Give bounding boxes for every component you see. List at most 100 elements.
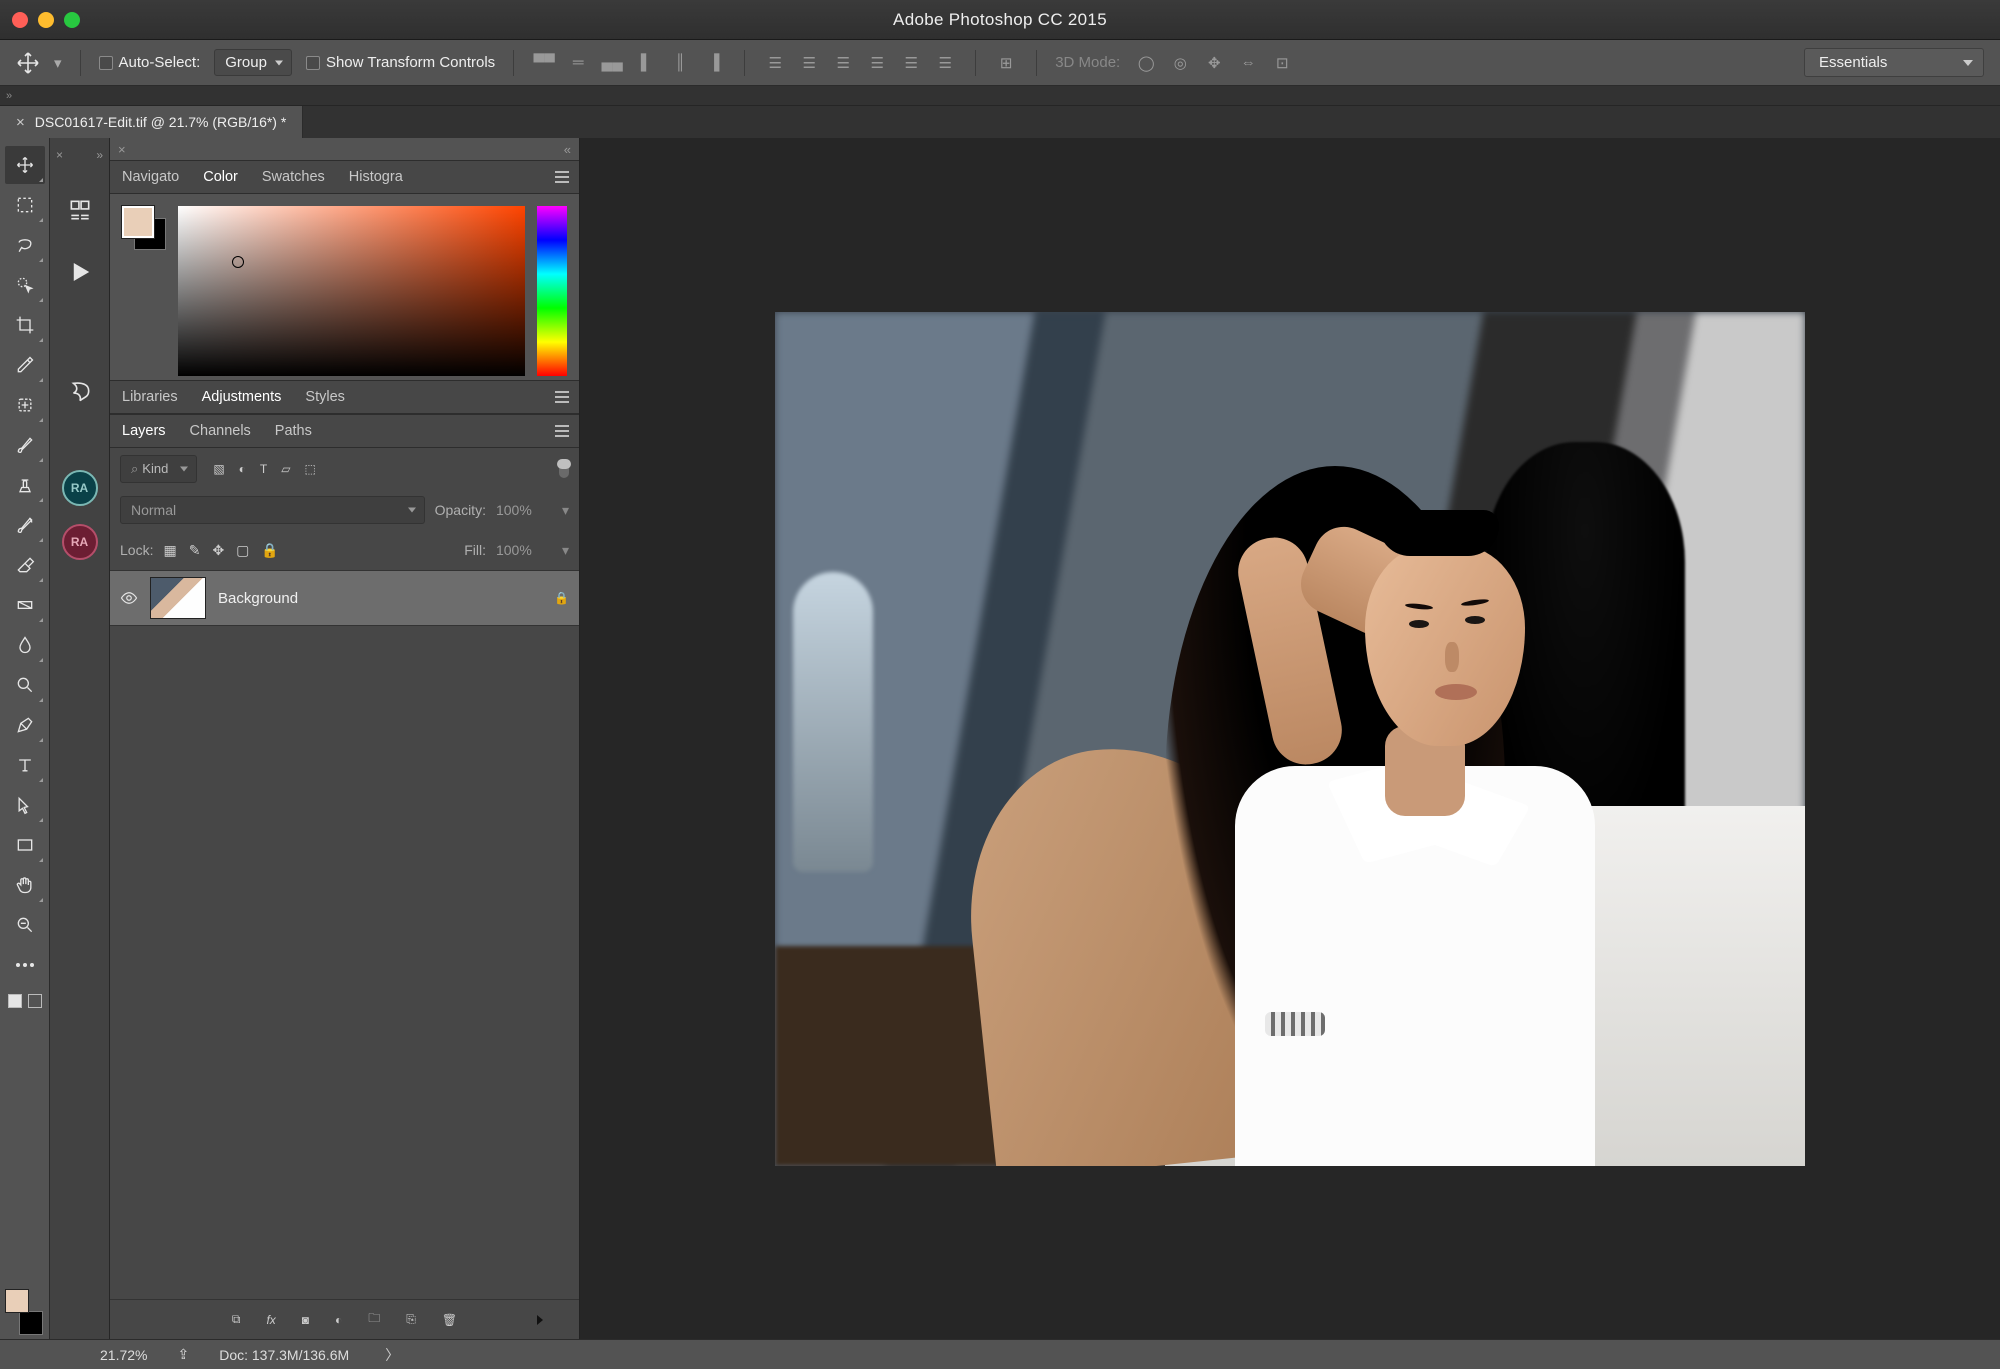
auto-align-icon[interactable]: ⊞ (994, 51, 1018, 75)
window-minimize-button[interactable] (38, 12, 54, 28)
actions-panel-icon[interactable] (58, 250, 102, 294)
lock-artboard-icon[interactable]: ▢ (236, 542, 249, 559)
history-brush-tool[interactable] (5, 506, 45, 544)
lock-all-icon[interactable]: 🔒 (261, 542, 278, 559)
eyedropper-tool[interactable] (5, 346, 45, 384)
styles-panel-icon[interactable] (58, 370, 102, 414)
align-right-icon[interactable]: ▐ (702, 51, 726, 75)
auto-select-checkbox[interactable]: Auto-Select: (99, 54, 201, 71)
hue-pointer-icon[interactable] (537, 1315, 543, 1325)
new-group-icon[interactable]: 🗀 (368, 1309, 380, 1330)
filter-adjustment-icon[interactable]: ◐ (239, 462, 246, 476)
dist-2-icon[interactable]: ☰ (797, 51, 821, 75)
tab-adjustments[interactable]: Adjustments (190, 381, 294, 413)
doc-info[interactable]: Doc: 137.3M/136.6M (219, 1347, 349, 1363)
align-vcenter-icon[interactable]: ═ (566, 51, 590, 75)
opacity-value[interactable]: 100% (496, 502, 552, 518)
window-maximize-button[interactable] (64, 12, 80, 28)
filter-pixel-icon[interactable]: ▧ (213, 462, 224, 476)
color-picker-cursor[interactable] (232, 256, 244, 268)
layer-style-icon[interactable]: fx (266, 1313, 275, 1327)
dist-5-icon[interactable]: ☰ (899, 51, 923, 75)
gradient-tool[interactable] (5, 586, 45, 624)
tab-channels[interactable]: Channels (178, 415, 263, 447)
panel-menu-icon[interactable] (545, 171, 579, 183)
lock-pixels-icon[interactable]: ✎ (189, 542, 201, 559)
panel-menu-icon[interactable] (545, 425, 579, 437)
patch-tool[interactable] (5, 386, 45, 424)
tab-libraries[interactable]: Libraries (110, 381, 190, 413)
align-hcenter-icon[interactable]: ║ (668, 51, 692, 75)
add-mask-icon[interactable]: ◙ (302, 1313, 309, 1327)
move-tool[interactable] (5, 146, 45, 184)
foreground-color[interactable] (5, 1289, 29, 1313)
delete-layer-icon[interactable]: 🗑 (442, 1313, 457, 1327)
tab-layers[interactable]: Layers (110, 415, 178, 447)
panel-menu-icon[interactable] (545, 391, 579, 403)
3d-orbit-icon[interactable]: ◯ (1134, 51, 1158, 75)
close-tab-icon[interactable]: × (16, 114, 25, 131)
expand-icon[interactable]: » (6, 90, 12, 102)
fill-scrubber-icon[interactable]: ▾ (562, 542, 569, 559)
rectangle-tool[interactable] (5, 826, 45, 864)
brush-tool[interactable] (5, 426, 45, 464)
tab-styles[interactable]: Styles (293, 381, 357, 413)
expand-icon[interactable]: » (96, 148, 103, 170)
marquee-tool[interactable] (5, 186, 45, 224)
3d-pan-icon[interactable]: ✥ (1202, 51, 1226, 75)
blend-mode-dropdown[interactable]: Normal (120, 496, 425, 524)
document-tab[interactable]: × DSC01617-Edit.tif @ 21.7% (RGB/16*) * (0, 106, 303, 138)
align-bottom-icon[interactable]: ▄▄ (600, 51, 624, 75)
show-transform-checkbox[interactable]: Show Transform Controls (306, 54, 495, 71)
window-close-button[interactable] (12, 12, 28, 28)
filter-shape-icon[interactable]: ▱ (281, 462, 290, 476)
hand-tool[interactable] (5, 866, 45, 904)
eraser-tool[interactable] (5, 546, 45, 584)
layer-thumbnail[interactable] (150, 577, 206, 619)
color-panel-swatches[interactable] (122, 206, 166, 250)
profile-avatar-teal[interactable]: RA (62, 470, 98, 506)
crop-tool[interactable] (5, 306, 45, 344)
new-adjustment-icon[interactable]: ◐ (335, 1313, 342, 1327)
type-tool[interactable] (5, 746, 45, 784)
color-field[interactable] (178, 206, 525, 376)
align-top-icon[interactable]: ▀▀ (532, 51, 556, 75)
fill-value[interactable]: 100% (496, 542, 552, 558)
background-color[interactable] (19, 1311, 43, 1335)
filter-type-icon[interactable]: T (260, 462, 267, 476)
3d-slide-icon[interactable]: ⇔ (1236, 51, 1260, 75)
info-menu-icon[interactable]: 〉 (385, 1345, 399, 1365)
tab-paths[interactable]: Paths (263, 415, 324, 447)
move-tool-icon[interactable] (16, 51, 40, 75)
lock-position-icon[interactable]: ✥ (212, 542, 224, 559)
align-left-icon[interactable]: ▌ (634, 51, 658, 75)
tab-navigator[interactable]: Navigato (110, 161, 191, 193)
link-layers-icon[interactable]: ⧉ (232, 1312, 241, 1327)
dist-1-icon[interactable]: ☰ (763, 51, 787, 75)
layer-filter-kind-dropdown[interactable]: Kind (120, 455, 197, 483)
filter-toggle[interactable] (559, 460, 569, 478)
dist-6-icon[interactable]: ☰ (933, 51, 957, 75)
path-select-tool[interactable] (5, 786, 45, 824)
filter-smart-icon[interactable]: ⬚ (304, 462, 315, 476)
opacity-scrubber-icon[interactable]: ▾ (562, 502, 569, 519)
layer-row[interactable]: Background 🔒 (110, 570, 579, 626)
layer-visibility-icon[interactable] (120, 589, 138, 607)
layer-name[interactable]: Background (218, 590, 542, 607)
lock-transparency-icon[interactable]: ▦ (163, 542, 176, 559)
auto-select-dropdown[interactable]: Group (214, 49, 292, 76)
zoom-tool[interactable] (5, 906, 45, 944)
pen-tool[interactable] (5, 706, 45, 744)
close-icon[interactable]: × (56, 148, 63, 170)
new-layer-icon[interactable]: ⎘ (406, 1312, 416, 1327)
tab-color[interactable]: Color (191, 161, 250, 193)
tab-histogram[interactable]: Histogra (337, 161, 415, 193)
dodge-tool[interactable] (5, 666, 45, 704)
color-swatches[interactable] (5, 1289, 45, 1329)
clone-stamp-tool[interactable] (5, 466, 45, 504)
collapse-icon[interactable]: « (564, 142, 571, 157)
share-icon[interactable]: ⇪ (177, 1346, 189, 1363)
workspace-dropdown[interactable]: Essentials (1804, 48, 1984, 77)
3d-scale-icon[interactable]: ⊡ (1270, 51, 1294, 75)
zoom-level[interactable]: 21.72% (100, 1347, 147, 1363)
